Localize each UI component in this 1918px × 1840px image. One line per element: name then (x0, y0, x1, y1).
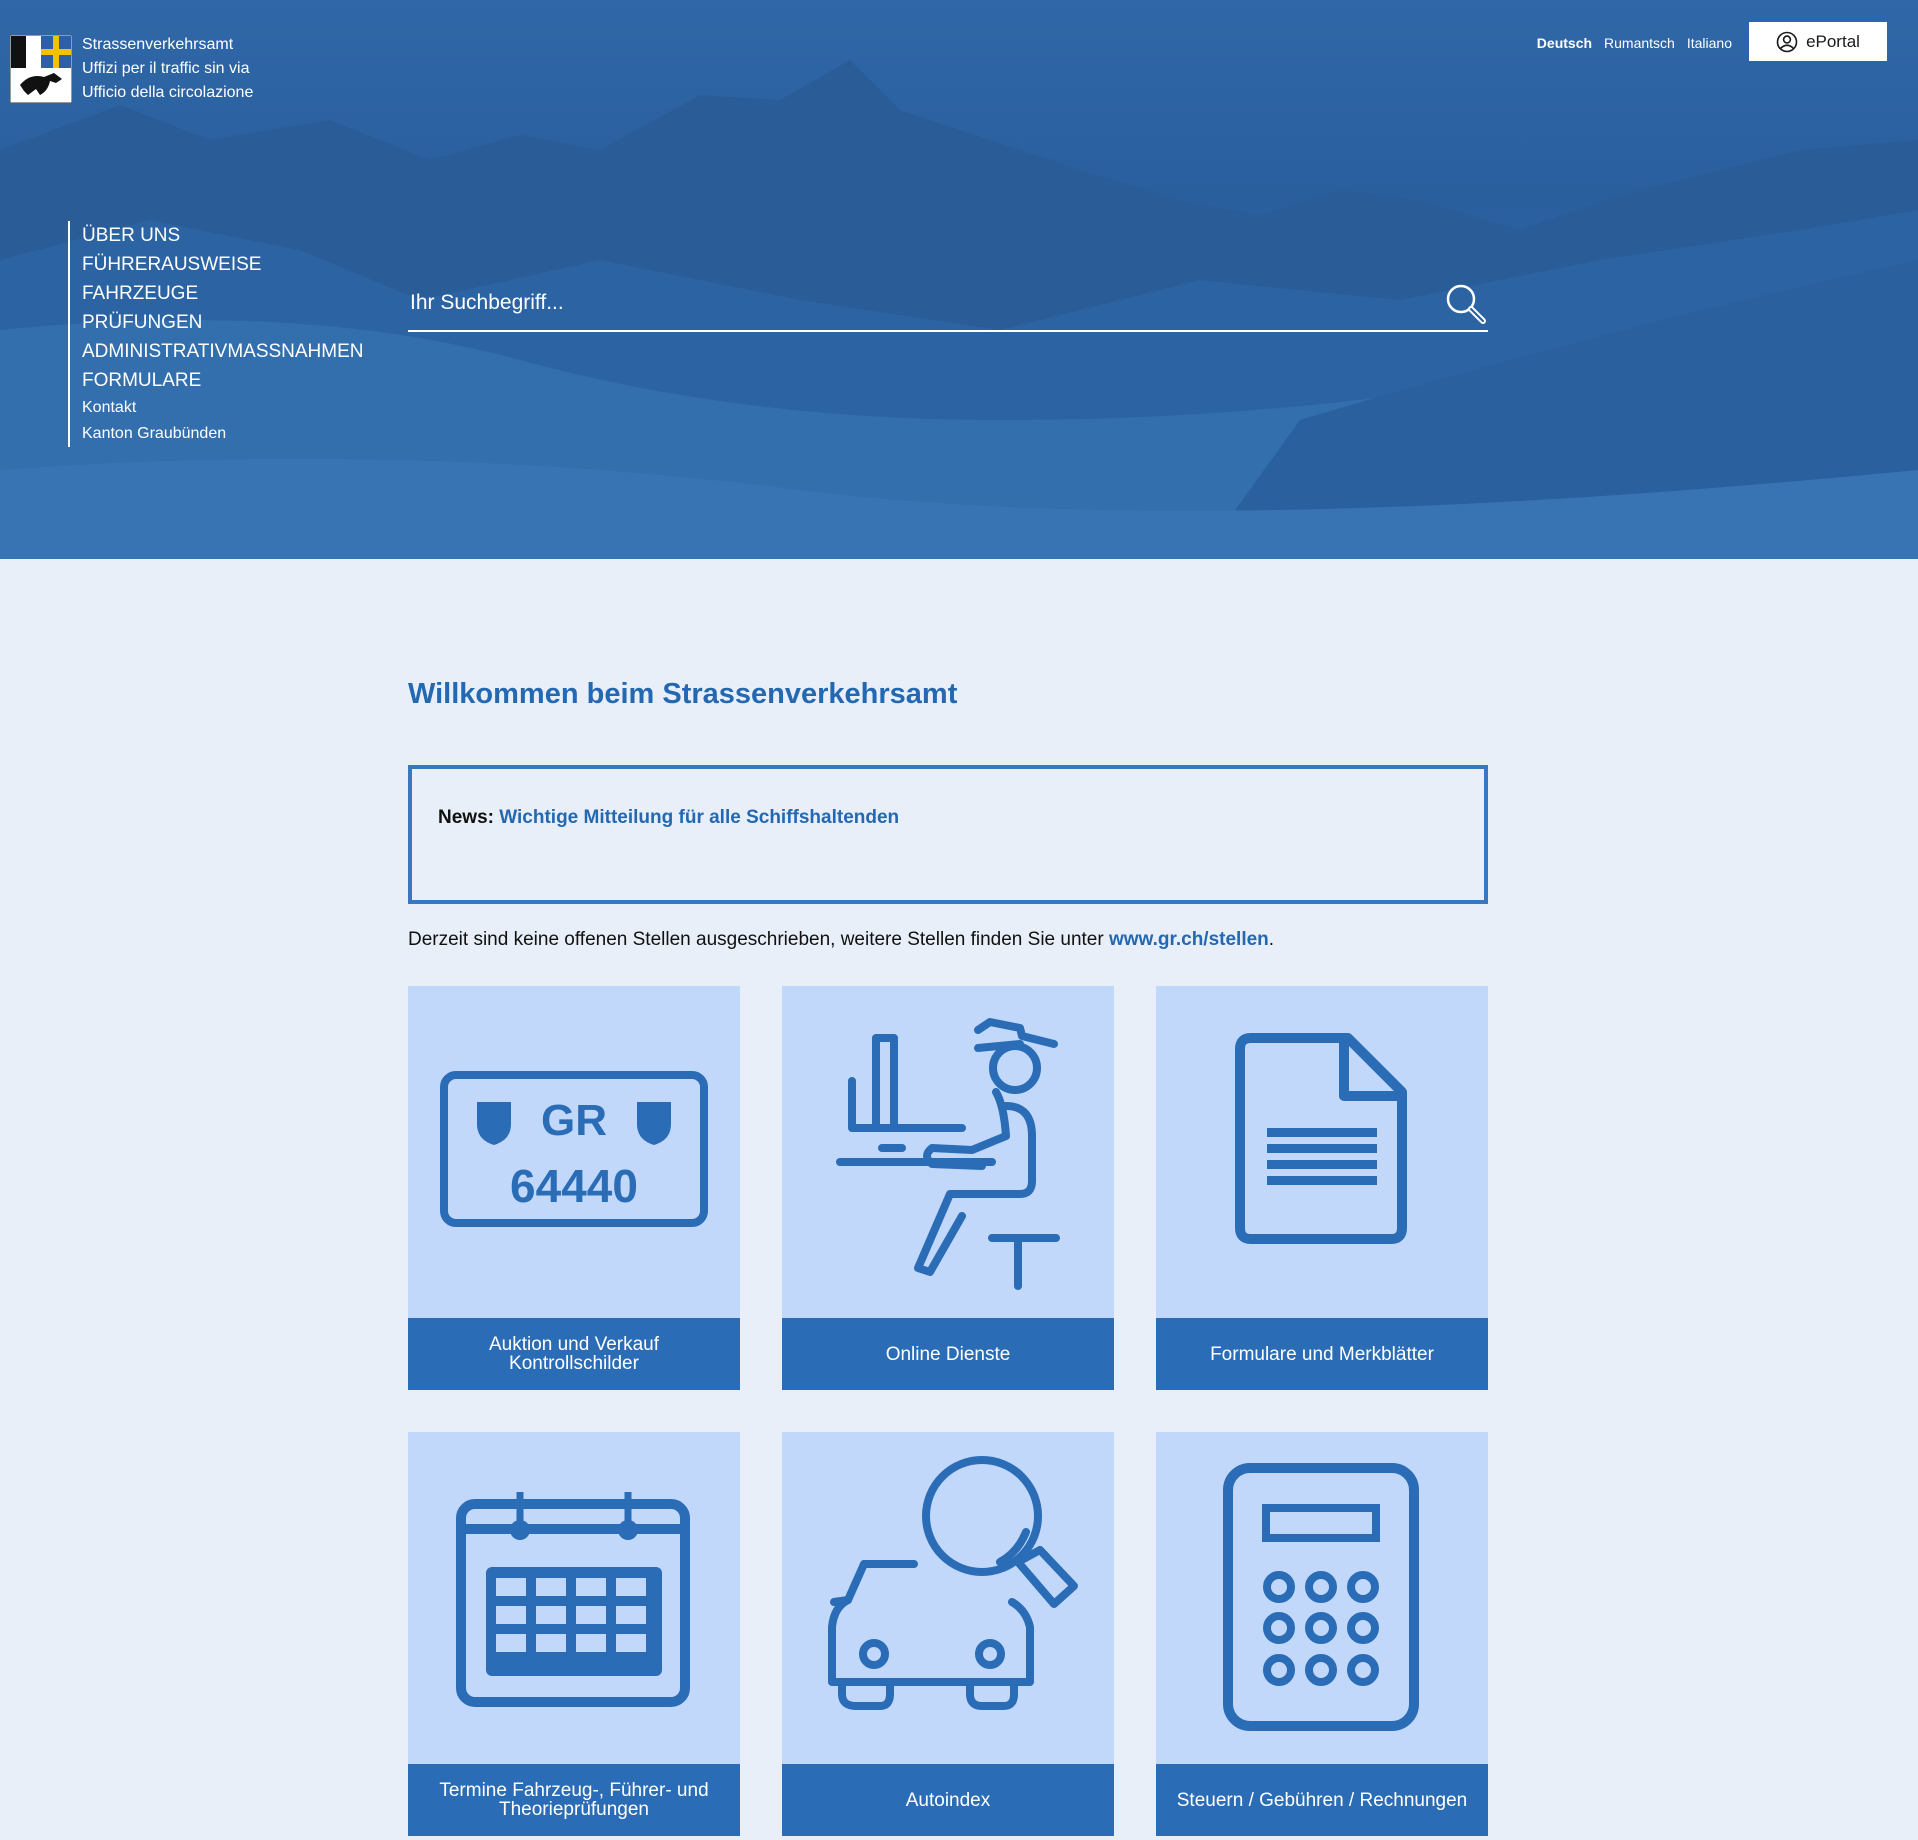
eportal-button[interactable]: ePortal (1749, 22, 1887, 61)
news-line: News: Wichtige Mitteilung für alle Schif… (438, 807, 899, 829)
jobs-end: . (1268, 929, 1275, 950)
search-input[interactable] (408, 284, 1392, 322)
tile-label: Auktion und Verkauf Kontrollschilder (408, 1318, 740, 1390)
calendar-icon (456, 1492, 690, 1707)
tile-termine-pruefungen[interactable]: Termine Fahrzeug-, Führer- und Theoriepr… (408, 1432, 740, 1836)
nav-item-administrativmassnahmen[interactable]: ADMINISTRATIVMASSNAHMEN (82, 337, 364, 366)
nav-item-ueber-uns[interactable]: ÜBER UNS (82, 221, 364, 250)
nav-item-formulare[interactable]: FORMULARE (82, 366, 364, 395)
tile-autoindex[interactable]: Autoindex (782, 1432, 1114, 1836)
news-label: News: (438, 807, 494, 828)
jobs-notice: Derzeit sind keine offenen Stellen ausge… (408, 929, 1274, 951)
language-italiano[interactable]: Italiano (1687, 33, 1732, 53)
license-plate-icon: GR 64440 (440, 1071, 708, 1227)
plate-number-text: 64440 (510, 1160, 638, 1212)
news-link[interactable]: Wichtige Mitteilung für alle Schiffshalt… (499, 807, 899, 828)
org-name-german: Strassenverkehrsamt (82, 36, 234, 53)
tile-online-dienste[interactable]: Online Dienste (782, 986, 1114, 1390)
jobs-text: Derzeit sind keine offenen Stellen ausge… (408, 929, 1109, 950)
tile-label: Autoindex (782, 1764, 1114, 1836)
eportal-label: ePortal (1806, 31, 1860, 51)
nav-item-fahrzeuge[interactable]: FAHRZEUGE (82, 279, 364, 308)
person-at-computer-icon (836, 1018, 1060, 1290)
tile-label: Termine Fahrzeug-, Führer- und Theoriepr… (408, 1764, 740, 1836)
calculator-icon (1223, 1463, 1419, 1731)
main-navigation: ÜBER UNS FÜHRERAUSWEISE FAHRZEUGE PRÜFUN… (68, 221, 364, 447)
user-icon (1776, 31, 1798, 52)
organization-name: Strassenverkehrsamt Uffizi per il traffi… (82, 33, 253, 105)
nav-item-kontakt[interactable]: Kontakt (82, 395, 364, 421)
nav-item-fuehrerausweise[interactable]: FÜHRERAUSWEISE (82, 250, 364, 279)
nav-item-pruefungen[interactable]: PRÜFUNGEN (82, 308, 364, 337)
jobs-link[interactable]: www.gr.ch/stellen (1109, 929, 1269, 950)
tile-auktion-kontrollschilder[interactable]: GR 64440 Auktion und Verkauf Kontrollsch… (408, 986, 740, 1390)
graubuenden-coat-of-arms-logo (10, 35, 72, 103)
language-switcher: Deutsch Rumantsch Italiano (1537, 33, 1732, 53)
page-title: Willkommen beim Strassenverkehrsamt (408, 678, 958, 710)
nav-item-kanton-graubuenden[interactable]: Kanton Graubünden (82, 421, 364, 447)
tile-steuern-gebuehren[interactable]: Steuern / Gebühren / Rechnungen (1156, 1432, 1488, 1836)
document-icon (1235, 1033, 1407, 1244)
news-box: News: Wichtige Mitteilung für alle Schif… (408, 765, 1488, 904)
tile-label: Formulare und Merkblätter (1156, 1318, 1488, 1390)
plate-canton-text: GR (541, 1096, 607, 1145)
search-bar (408, 278, 1488, 332)
tile-formulare-merkblaetter[interactable]: Formulare und Merkblätter (1156, 986, 1488, 1390)
search-icon[interactable] (1444, 282, 1488, 326)
tile-label: Online Dienste (782, 1318, 1114, 1390)
language-rumantsch[interactable]: Rumantsch (1604, 33, 1675, 53)
hero-banner: Strassenverkehrsamt Uffizi per il traffi… (0, 0, 1918, 559)
org-name-romansh: Uffizi per il traffic sin via (82, 60, 250, 77)
language-deutsch[interactable]: Deutsch (1537, 33, 1592, 53)
car-search-icon (828, 1456, 1078, 1710)
tile-label: Steuern / Gebühren / Rechnungen (1156, 1764, 1488, 1836)
org-name-italian: Ufficio della circolazione (82, 84, 254, 101)
